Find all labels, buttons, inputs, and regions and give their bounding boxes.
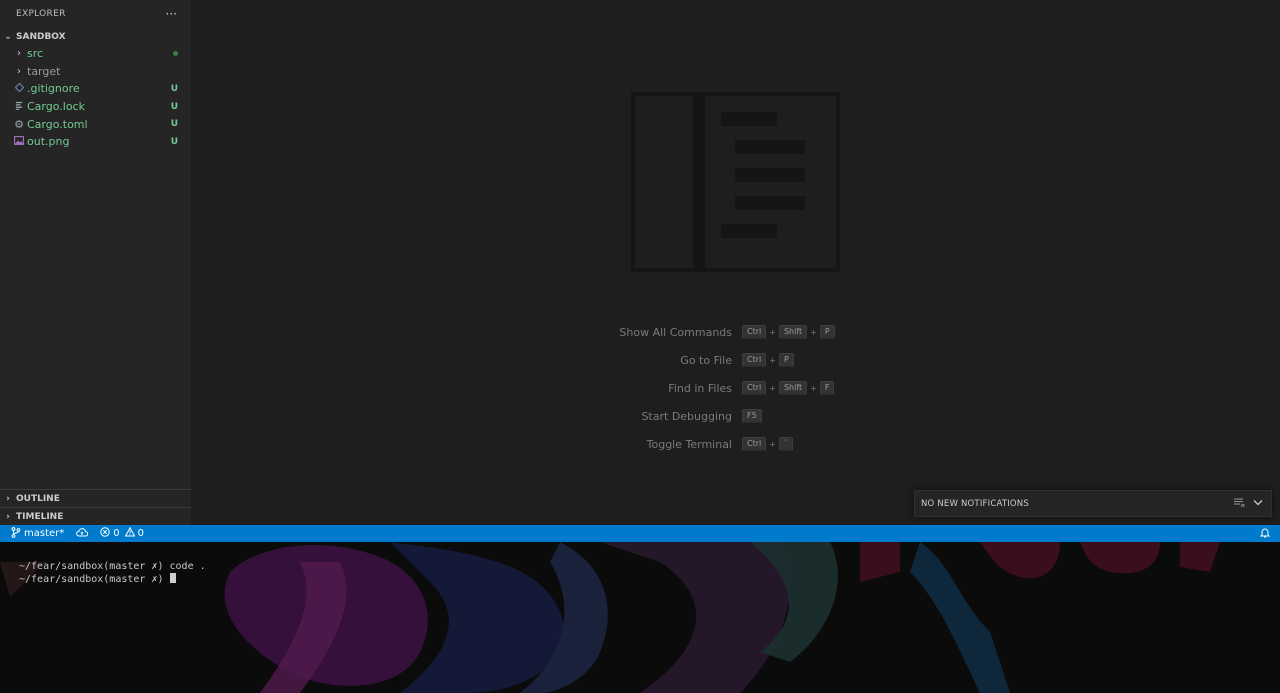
terminal-line: ~/fear/sandbox(master ✗) code .: [19, 561, 206, 572]
key-p: P: [778, 353, 794, 367]
bell-icon[interactable]: [1259, 527, 1271, 541]
error-count: 0: [113, 528, 120, 539]
tree-item-label: src: [27, 47, 44, 61]
notification-status-text: NO NEW NOTIFICATIONS: [921, 498, 1029, 509]
warning-count: 0: [137, 528, 145, 539]
key-ctrl: Ctrl: [742, 437, 767, 451]
key-p: P: [819, 325, 835, 339]
clear-all-notifications-icon[interactable]: [1234, 498, 1245, 510]
untracked-badge: U: [170, 83, 178, 94]
key-backtick: `: [778, 437, 793, 451]
editor-area: Show All Commands Ctrl + Shift + P Go to F…: [191, 0, 1280, 525]
key-ctrl: Ctrl: [742, 353, 767, 367]
untracked-badge: U: [170, 136, 178, 147]
chevron-right-icon: ›: [17, 48, 21, 60]
error-icon: [100, 527, 110, 540]
tree-item-cargo-lock[interactable]: Cargo.lock U: [0, 98, 191, 116]
key-shift: Shift: [778, 381, 808, 395]
warning-icon: [124, 526, 135, 540]
sandbox-section-header[interactable]: ⌄ SANDBOX: [0, 28, 191, 45]
key-f5: F5: [742, 409, 762, 423]
explorer-header: EXPLORER ···: [0, 0, 191, 28]
shortcut-label: Show All Commands: [619, 325, 732, 339]
shortcut-label: Go to File: [680, 353, 732, 367]
explorer-title: EXPLORER: [16, 9, 66, 19]
sandbox-section-label: SANDBOX: [16, 31, 66, 42]
chevron-right-icon: ›: [17, 65, 21, 77]
shortcut-show-all-commands: Show All Commands Ctrl + Shift + P: [531, 318, 931, 346]
modified-dot-icon: [173, 49, 178, 59]
tree-item-label: Cargo.toml: [27, 117, 88, 131]
status-bar: master* 0 0: [0, 525, 1280, 542]
desktop-background: ~/fear/sandbox(master ✗) code . ~/fear/s…: [0, 542, 1280, 693]
more-actions-icon[interactable]: ···: [166, 8, 177, 20]
shortcut-label: Toggle Terminal: [646, 437, 732, 451]
branch-indicator[interactable]: master*: [0, 525, 70, 542]
outline-section-label: OUTLINE: [16, 493, 60, 504]
shortcut-hints: Show All Commands Ctrl + Shift + P Go to F…: [531, 318, 931, 458]
git-branch-icon: [11, 526, 21, 541]
tree-item-out-png[interactable]: out.png U: [0, 133, 191, 151]
tree-item-label: out.png: [27, 135, 70, 149]
chevron-down-icon[interactable]: [1253, 498, 1263, 510]
shortcut-go-to-file: Go to File Ctrl + P: [531, 346, 931, 374]
terminal-cursor: [169, 572, 176, 583]
untracked-badge: U: [170, 119, 178, 130]
terminal-prompt-line: ~/fear/sandbox(master ✗): [19, 572, 206, 586]
chevron-right-icon: ›: [6, 511, 10, 522]
shortcut-find-in-files: Find in Files Ctrl + Shift + F: [531, 374, 931, 402]
timeline-section-header[interactable]: › TIMELINE: [0, 507, 191, 525]
key-shift: Shift: [778, 325, 808, 339]
key-ctrl: Ctrl: [742, 381, 767, 395]
problems-indicator[interactable]: 0 0: [94, 525, 150, 542]
timeline-section-label: TIMELINE: [16, 511, 64, 522]
tree-item-src[interactable]: › src: [0, 45, 191, 63]
tree-item-label: Cargo.lock: [27, 100, 85, 114]
shortcut-label: Find in Files: [668, 381, 732, 395]
branch-name: master*: [24, 528, 65, 539]
terminal-output[interactable]: ~/fear/sandbox(master ✗) code . ~/fear/s…: [19, 561, 206, 585]
image-icon: [12, 135, 26, 148]
notification-center: NO NEW NOTIFICATIONS: [914, 490, 1272, 517]
shortcut-label: Start Debugging: [641, 409, 732, 423]
tree-item-target[interactable]: › target: [0, 63, 191, 81]
cloud-upload-icon: [76, 527, 89, 540]
sync-button[interactable]: [70, 525, 94, 542]
gear-icon: ⚙: [14, 117, 24, 131]
outline-section-header[interactable]: › OUTLINE: [0, 489, 191, 507]
explorer-sidebar: EXPLORER ··· ⌄ SANDBOX › src › target .g…: [0, 0, 191, 525]
tree-item-label: target: [27, 64, 61, 78]
tree-item-cargo-toml[interactable]: ⚙ Cargo.toml U: [0, 115, 191, 133]
git-file-icon: [12, 82, 26, 95]
lines-file-icon: [12, 101, 26, 113]
vscode-letterpress-icon: [631, 92, 840, 272]
chevron-down-icon: ⌄: [4, 31, 12, 42]
untracked-badge: U: [170, 101, 178, 112]
key-ctrl: Ctrl: [742, 325, 767, 339]
terminal-prompt: ~/fear/sandbox(master ✗): [19, 573, 170, 585]
key-f: F: [819, 381, 835, 395]
tree-item-label: .gitignore: [27, 82, 80, 96]
shortcut-toggle-terminal: Toggle Terminal Ctrl + `: [531, 430, 931, 458]
chevron-right-icon: ›: [6, 493, 10, 504]
tree-item-gitignore[interactable]: .gitignore U: [0, 80, 191, 98]
shortcut-start-debugging: Start Debugging F5: [531, 402, 931, 430]
